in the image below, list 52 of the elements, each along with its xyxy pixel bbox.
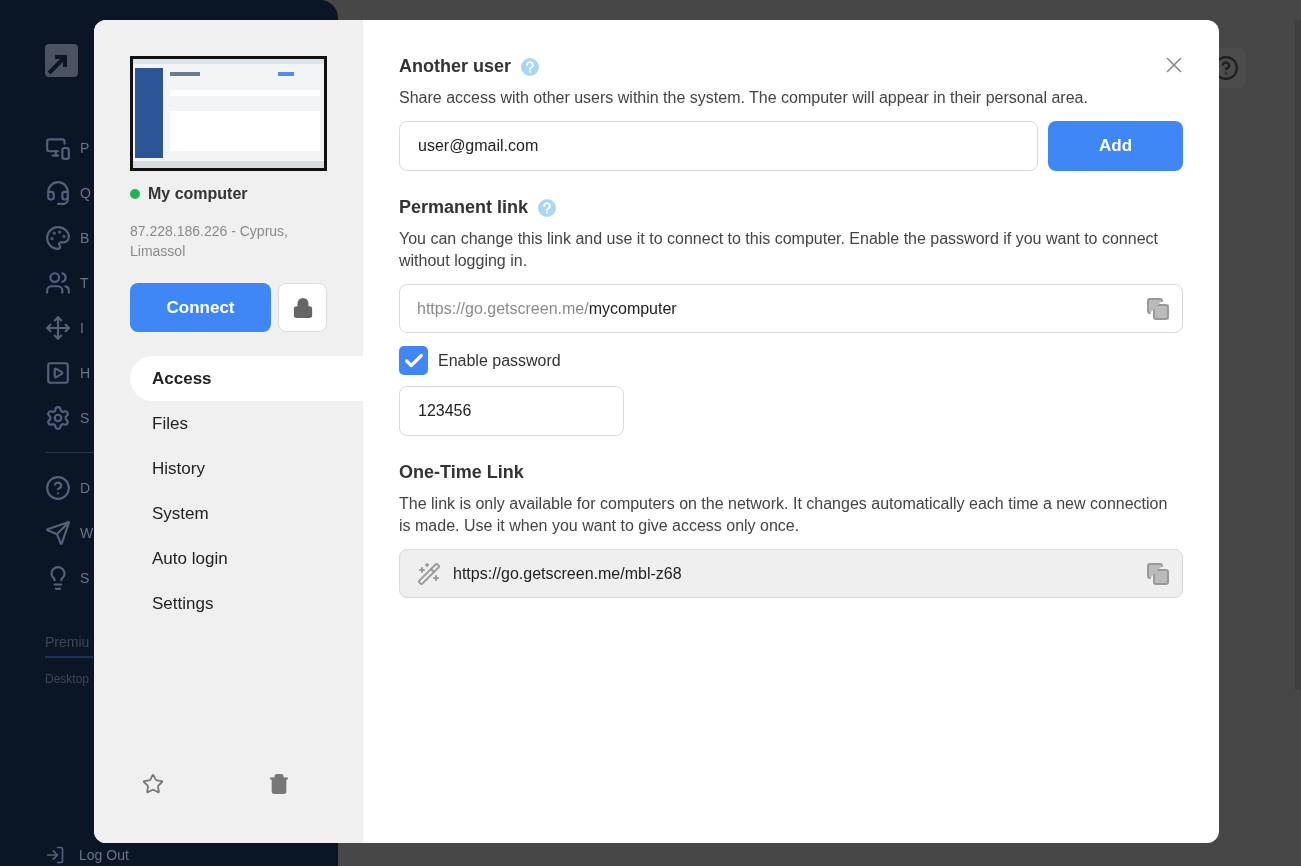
nav-tab[interactable]: Access <box>130 356 363 401</box>
menu-item[interactable]: T <box>80 274 89 291</box>
star-icon[interactable] <box>142 773 164 795</box>
section-title: Permanent link <box>399 197 529 218</box>
section-title: Another user <box>399 56 512 77</box>
checkbox[interactable] <box>399 346 428 375</box>
trash-icon[interactable] <box>268 773 290 795</box>
checkbox-label[interactable]: Enable password <box>438 351 561 370</box>
menu-item[interactable]: Q <box>80 184 91 201</box>
section-title: One-Time Link <box>399 462 525 483</box>
nav-tab[interactable]: System <box>130 491 363 536</box>
computer-name: My computer <box>148 185 248 203</box>
link-text: https://go.getscreen.me/mbl-z68 <box>453 564 683 583</box>
password-field[interactable]: 123456 <box>399 386 624 436</box>
link-field[interactable]: https://go.getscreen.me/mbl-z68 <box>399 549 1183 598</box>
section-description: You can change this link and use it to connect to this computer. Enable the password if you want to connect without logging in. <box>399 229 1159 271</box>
menu-item[interactable]: W <box>80 524 94 541</box>
logo-icon <box>45 44 78 77</box>
email-field[interactable]: user@gmail.com <box>399 121 1038 171</box>
connect-button[interactable]: Connect <box>130 283 271 332</box>
nav-tab[interactable]: History <box>130 446 363 491</box>
menu-item[interactable]: I <box>80 319 84 336</box>
help-icon[interactable] <box>45 474 71 501</box>
menu-item[interactable]: P <box>80 139 90 156</box>
palette-icon[interactable] <box>45 224 71 251</box>
nav-tab[interactable]: Auto login <box>130 536 363 581</box>
lock-button[interactable] <box>278 283 327 332</box>
lock-icon <box>291 296 314 319</box>
video-icon[interactable] <box>45 359 71 386</box>
magic-wand-icon <box>417 561 441 586</box>
logout-link[interactable]: Log Out <box>79 847 129 863</box>
computer-address: 87.228.186.226 - Cyprus, Limassol <box>130 222 289 261</box>
menu-item[interactable]: S <box>80 569 90 586</box>
menu-item[interactable]: S <box>80 409 90 426</box>
nav-tab[interactable]: Settings <box>130 581 363 626</box>
arrows-icon[interactable] <box>45 314 71 341</box>
paper-plane-icon[interactable] <box>45 519 71 546</box>
menu-item[interactable]: H <box>80 364 91 381</box>
headset-icon[interactable] <box>45 179 71 206</box>
menu-item[interactable]: D <box>80 479 91 496</box>
section-description: Share access with other users within the system. The computer will appear in their personal area. <box>399 88 1089 108</box>
people-icon[interactable] <box>45 269 71 296</box>
add-button[interactable]: Add <box>1048 121 1183 171</box>
menu-item[interactable]: B <box>80 229 90 246</box>
link-text: https://go.getscreen.me/mycomputer <box>417 299 678 318</box>
link-field[interactable]: https://go.getscreen.me/mycomputer <box>399 284 1183 333</box>
exit-icon[interactable] <box>45 845 65 865</box>
copy-icon[interactable] <box>1146 561 1170 586</box>
section-description: The link is only available for computers on the network. It changes automatically each time a new connection is made. Use it when you want to give access only once. <box>399 494 1169 536</box>
nav-tab[interactable]: Files <box>130 401 363 446</box>
copy-icon[interactable] <box>1146 296 1170 321</box>
gear-icon[interactable] <box>45 404 71 431</box>
